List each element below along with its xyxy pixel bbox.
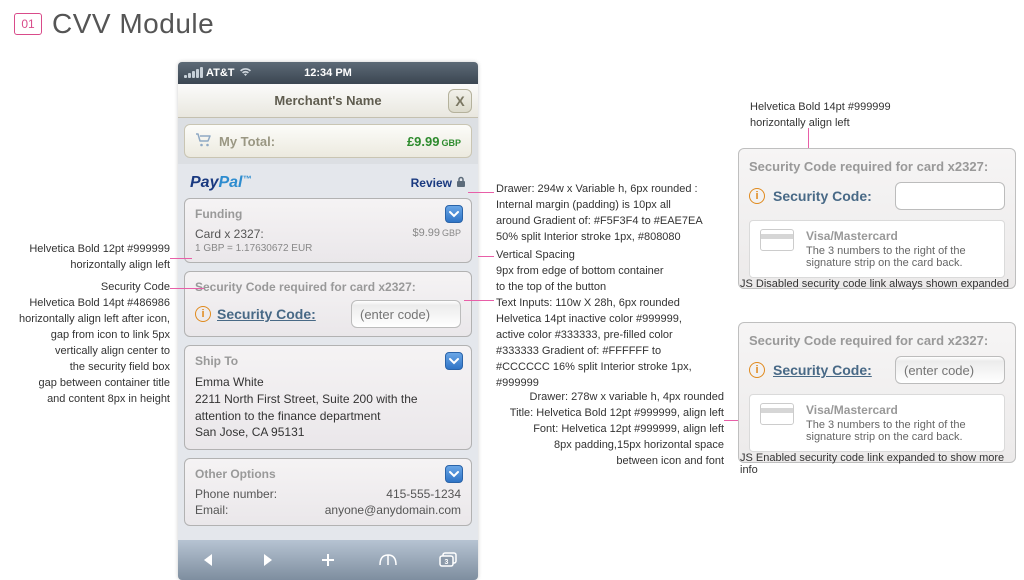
fx-rate: 1 GBP = 1.17630672 EUR: [195, 243, 461, 254]
hint-body: The 3 numbers to the right of the signat…: [806, 419, 966, 443]
page-header: 01 CVV Module: [14, 8, 214, 40]
browser-toolbar: 3: [178, 540, 478, 580]
phone-mock: AT&T 12:34 PM Merchant's Name X My Total…: [178, 62, 478, 580]
merchant-bar: Merchant's Name X: [178, 84, 478, 118]
annotation-left-2: Security Code Helvetica Bold 14pt #48698…: [0, 280, 170, 408]
options-title: Other Options: [195, 467, 461, 481]
hint-row: Visa/Mastercard The 3 numbers to the rig…: [749, 220, 1005, 278]
drawer-js-disabled: Security Code required for card x2327: i…: [738, 148, 1016, 289]
brand-row: PayPal™ Review: [184, 170, 472, 198]
ship-line1: 2211 North First Street, Suite 200 with …: [195, 391, 461, 408]
bookmarks-button[interactable]: [368, 553, 408, 567]
annotation-line: [170, 258, 192, 259]
options-card: Other Options Phone number:415-555-1234 …: [184, 458, 472, 526]
annotation-line: [478, 256, 494, 257]
drawer-title: Security Code required for card x2327:: [749, 333, 1005, 348]
security-input[interactable]: [895, 356, 1005, 384]
security-link[interactable]: Security Code:: [773, 362, 872, 378]
total-row[interactable]: My Total: £9.99GBP: [184, 124, 472, 158]
merchant-name: Merchant's Name: [274, 93, 381, 108]
security-input[interactable]: [895, 182, 1005, 210]
drawer-js-enabled: Security Code required for card x2327: i…: [738, 322, 1016, 463]
funding-card-label: Card x 2327:: [195, 227, 264, 241]
paypal-logo: PayPal™: [190, 174, 251, 192]
lock-icon: [456, 176, 466, 191]
annotation-left-1: Helvetica Bold 12pt #999999 horizontally…: [0, 242, 170, 274]
security-input[interactable]: [351, 300, 461, 328]
ship-line3: San Jose, CA 95131: [195, 424, 461, 441]
annotation-right-1: Helvetica Bold 14pt #999999 horizontally…: [750, 100, 980, 132]
cart-icon: [195, 133, 213, 150]
close-button[interactable]: X: [448, 89, 472, 113]
caption-a: JS Disabled security code link always sh…: [740, 278, 1009, 290]
forward-button[interactable]: [248, 552, 288, 568]
annotation-mid-1: Drawer: 294w x Variable h, 6px rounded :…: [496, 182, 726, 246]
annotation-line: [464, 300, 494, 301]
hint-title: Visa/Mastercard: [806, 229, 966, 243]
back-button[interactable]: [188, 552, 228, 568]
email-value: anyone@anydomain.com: [325, 503, 461, 517]
security-label: Security Code:: [773, 188, 872, 204]
phone-value: 415-555-1234: [386, 487, 461, 501]
disclose-button[interactable]: [445, 352, 463, 370]
disclose-button[interactable]: [445, 465, 463, 483]
disclose-button[interactable]: [445, 205, 463, 223]
funding-amount: $9.99GBP: [412, 227, 461, 241]
header-badge: 01: [14, 13, 42, 35]
add-button[interactable]: [308, 552, 348, 568]
annotation-mid-3: Text Inputs: 110w X 28h, 6px rounded Hel…: [496, 296, 726, 392]
hint-body: The 3 numbers to the right of the signat…: [806, 245, 966, 269]
carrier-label: AT&T: [206, 67, 235, 79]
info-icon[interactable]: i: [195, 306, 211, 322]
annotation-title: Security Code: [0, 280, 170, 296]
total-amount: £9.99GBP: [407, 134, 461, 149]
annotation-mid-4: Drawer: 278w x variable h, 4px rounded T…: [500, 390, 724, 470]
hint-title: Visa/Mastercard: [806, 403, 966, 417]
caption-b: JS Enabled security code link expanded t…: [740, 452, 1024, 476]
info-icon[interactable]: i: [749, 362, 765, 378]
phone-label: Phone number:: [195, 487, 277, 501]
email-label: Email:: [195, 503, 228, 517]
funding-title: Funding: [195, 207, 461, 221]
ship-name: Emma White: [195, 374, 461, 391]
info-icon[interactable]: i: [749, 188, 765, 204]
annotation-line: [468, 192, 494, 193]
card-icon: [760, 229, 794, 251]
annotation-mid-2: Vertical Spacing 9px from edge of bottom…: [496, 248, 726, 296]
wifi-icon: [239, 67, 252, 80]
phone-body: PayPal™ Review Funding Card x 2327: $9.9…: [178, 164, 478, 540]
review-link[interactable]: Review: [411, 176, 466, 191]
signal-icon: [184, 68, 203, 78]
total-label: My Total:: [219, 134, 275, 149]
card-icon: [760, 403, 794, 425]
security-card: Security Code required for card x2327: i…: [184, 271, 472, 337]
page-title: CVV Module: [52, 8, 214, 40]
tabs-button[interactable]: 3: [428, 552, 468, 568]
security-title: Security Code required for card x2327:: [195, 280, 461, 294]
annotation-line: [170, 288, 204, 289]
ship-title: Ship To: [195, 354, 461, 368]
security-link[interactable]: Security Code:: [217, 306, 316, 322]
annotation-body: Helvetica Bold 14pt #486986 horizontally…: [0, 296, 170, 408]
hint-row: Visa/Mastercard The 3 numbers to the rig…: [749, 394, 1005, 452]
ship-line2: attention to the finance department: [195, 408, 461, 425]
drawer-title: Security Code required for card x2327:: [749, 159, 1005, 174]
svg-text:3: 3: [445, 559, 449, 566]
funding-card: Funding Card x 2327: $9.99GBP 1 GBP = 1.…: [184, 198, 472, 263]
review-label: Review: [411, 176, 452, 190]
ship-card: Ship To Emma White 2211 North First Stre…: [184, 345, 472, 450]
status-bar: AT&T 12:34 PM: [178, 62, 478, 84]
